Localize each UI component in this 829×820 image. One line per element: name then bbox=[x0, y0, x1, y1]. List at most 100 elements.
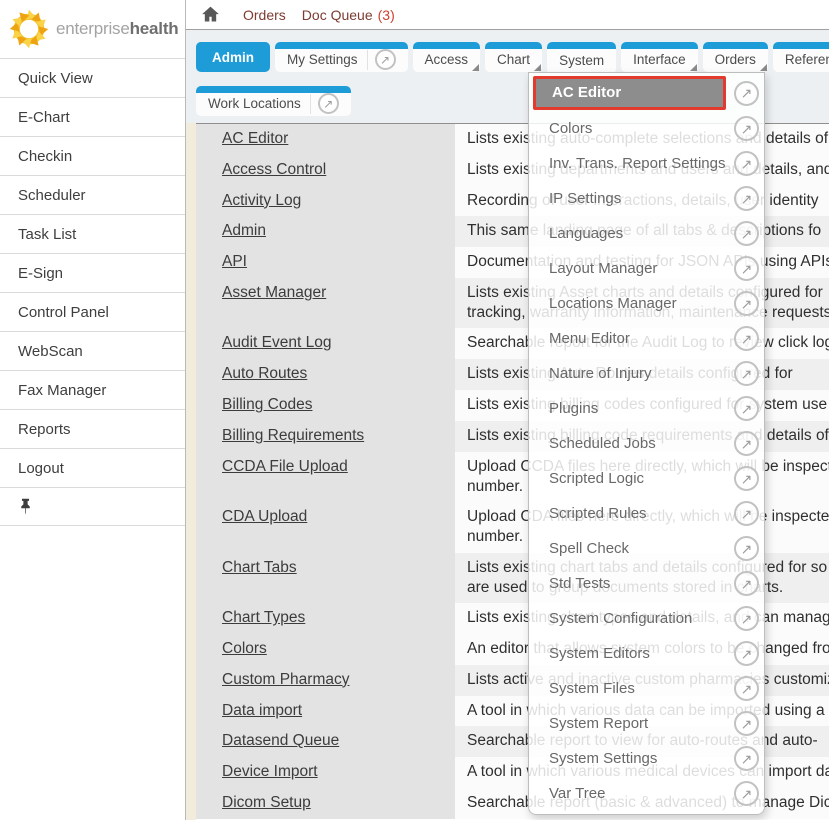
system-menu-item[interactable]: Scripted Rules ↗ bbox=[529, 496, 764, 531]
admin-link[interactable]: API bbox=[222, 253, 247, 270]
tab[interactable]: Reference ↗ bbox=[773, 42, 829, 72]
sidebar-item[interactable]: Task List bbox=[0, 214, 185, 253]
tab[interactable]: Work Locations ↗ bbox=[196, 86, 351, 116]
admin-link[interactable]: Asset Manager bbox=[222, 284, 326, 301]
external-link-icon[interactable]: ↗ bbox=[734, 396, 759, 421]
sidebar-item[interactable]: Control Panel bbox=[0, 292, 185, 331]
admin-link[interactable]: CCDA File Upload bbox=[222, 458, 348, 475]
external-link-icon[interactable]: ↗ bbox=[734, 571, 759, 596]
external-link-icon[interactable]: ↗ bbox=[734, 676, 759, 701]
external-link-icon[interactable]: ↗ bbox=[318, 93, 339, 114]
admin-link[interactable]: Access Control bbox=[222, 161, 326, 178]
tab[interactable]: Chart ↗ bbox=[485, 42, 542, 72]
system-menu-item-label: Menu Editor bbox=[549, 330, 734, 347]
system-menu-item[interactable]: IP Settings ↗ bbox=[529, 181, 764, 216]
system-menu-item[interactable]: Inv. Trans. Report Settings ↗ bbox=[529, 146, 764, 181]
external-link-icon[interactable]: ↗ bbox=[375, 49, 396, 70]
external-link-icon[interactable]: ↗ bbox=[734, 641, 759, 666]
external-link-icon[interactable]: ↗ bbox=[734, 501, 759, 526]
system-menu-item[interactable]: Scripted Logic ↗ bbox=[529, 461, 764, 496]
system-menu-item[interactable]: System Editors ↗ bbox=[529, 636, 764, 671]
sidebar-item[interactable]: E-Sign bbox=[0, 253, 185, 292]
admin-link[interactable]: Chart Types bbox=[222, 609, 305, 626]
admin-link[interactable]: CDA Upload bbox=[222, 508, 307, 525]
sidebar-item[interactable]: Fax Manager bbox=[0, 370, 185, 409]
breadcrumb-orders[interactable]: Orders bbox=[243, 7, 286, 23]
system-menu-item[interactable]: Std Tests ↗ bbox=[529, 566, 764, 601]
external-link-icon[interactable]: ↗ bbox=[734, 711, 759, 736]
content-gutter bbox=[186, 123, 196, 820]
sidebar-item[interactable]: Scheduler bbox=[0, 175, 185, 214]
system-menu-item[interactable]: Nature of Injury ↗ bbox=[529, 356, 764, 391]
system-menu-item[interactable]: Languages ↗ bbox=[529, 216, 764, 251]
sidebar-item[interactable]: Checkin bbox=[0, 136, 185, 175]
admin-link-cell: Asset Manager bbox=[196, 278, 455, 329]
system-menu-item[interactable]: Layout Manager ↗ bbox=[529, 251, 764, 286]
external-link-icon[interactable]: ↗ bbox=[734, 781, 759, 806]
tab[interactable]: System ↗ bbox=[547, 42, 616, 74]
system-menu-item[interactable]: System Configuration ↗ bbox=[529, 601, 764, 636]
tab[interactable]: Access ↗ bbox=[413, 42, 481, 72]
sidebar-pin-toggle[interactable] bbox=[0, 487, 185, 526]
system-menu-item[interactable]: Locations Manager ↗ bbox=[529, 286, 764, 321]
admin-link[interactable]: Custom Pharmacy bbox=[222, 671, 349, 688]
admin-link[interactable]: Activity Log bbox=[222, 192, 301, 209]
admin-link[interactable]: Billing Codes bbox=[222, 396, 312, 413]
external-link-icon[interactable]: ↗ bbox=[734, 431, 759, 456]
sidebar-item[interactable]: Quick View bbox=[0, 58, 185, 97]
admin-link[interactable]: Device Import bbox=[222, 763, 318, 780]
external-link-icon[interactable]: ↗ bbox=[734, 606, 759, 631]
admin-link[interactable]: Datasend Queue bbox=[222, 732, 339, 749]
system-menu-item[interactable]: Colors ↗ bbox=[529, 111, 764, 146]
external-link-icon[interactable]: ↗ bbox=[734, 746, 759, 771]
external-link-icon[interactable]: ↗ bbox=[734, 116, 759, 141]
external-link-icon[interactable]: ↗ bbox=[734, 326, 759, 351]
home-button[interactable] bbox=[200, 4, 221, 25]
sidebar-item[interactable]: WebScan bbox=[0, 331, 185, 370]
admin-link-cell: Chart Tabs bbox=[196, 553, 455, 604]
admin-link[interactable]: Data import bbox=[222, 702, 302, 719]
admin-link[interactable]: AC Editor bbox=[222, 130, 288, 147]
external-link-icon[interactable]: ↗ bbox=[734, 466, 759, 491]
tab[interactable]: Interface ↗ bbox=[621, 42, 698, 72]
tab[interactable]: My Settings ↗ bbox=[275, 42, 408, 72]
tab[interactable]: Admin ↗ bbox=[196, 42, 270, 72]
breadcrumb-doc-queue[interactable]: Doc Queue bbox=[302, 7, 373, 23]
external-link-icon[interactable]: ↗ bbox=[734, 256, 759, 281]
external-link-icon[interactable]: ↗ bbox=[734, 186, 759, 211]
system-menu-item-label: Layout Manager bbox=[549, 260, 734, 277]
doc-queue-count-badge: (3) bbox=[378, 7, 395, 23]
external-link-icon[interactable]: ↗ bbox=[734, 536, 759, 561]
system-menu-item[interactable]: System Settings ↗ bbox=[529, 741, 764, 776]
system-menu-item[interactable]: Spell Check ↗ bbox=[529, 531, 764, 566]
system-menu-item[interactable]: AC Editor ↗ bbox=[529, 73, 764, 111]
tab[interactable]: Orders ↗ bbox=[703, 42, 768, 72]
system-menu-item[interactable]: Plugins ↗ bbox=[529, 391, 764, 426]
admin-link[interactable]: Dicom Setup bbox=[222, 794, 311, 811]
admin-link-cell: API bbox=[196, 247, 455, 278]
admin-link[interactable]: Billing Requirements bbox=[222, 427, 364, 444]
admin-link-cell: Access Control bbox=[196, 155, 455, 186]
system-menu-item[interactable]: Scheduled Jobs ↗ bbox=[529, 426, 764, 461]
system-menu-item-label: Locations Manager bbox=[549, 295, 734, 312]
tab-label: Chart bbox=[497, 52, 530, 67]
admin-link[interactable]: Audit Event Log bbox=[222, 334, 331, 351]
admin-link[interactable]: Admin bbox=[222, 222, 266, 239]
sidebar-item[interactable]: Logout bbox=[0, 448, 185, 487]
admin-link[interactable]: Colors bbox=[222, 640, 267, 657]
system-menu-item[interactable]: Menu Editor ↗ bbox=[529, 321, 764, 356]
external-link-icon[interactable]: ↗ bbox=[734, 291, 759, 316]
admin-link[interactable]: Auto Routes bbox=[222, 365, 307, 382]
external-link-icon[interactable]: ↗ bbox=[734, 81, 759, 106]
brand-logo[interactable]: enterprisehealth bbox=[0, 0, 185, 58]
admin-link[interactable]: Chart Tabs bbox=[222, 559, 297, 576]
external-link-icon[interactable]: ↗ bbox=[734, 361, 759, 386]
system-menu-item[interactable]: Var Tree ↗ bbox=[529, 776, 764, 811]
external-link-icon[interactable]: ↗ bbox=[734, 151, 759, 176]
system-menu-item-label: Scripted Rules bbox=[549, 505, 734, 522]
system-menu-item[interactable]: System Report ↗ bbox=[529, 706, 764, 741]
sidebar-item[interactable]: E-Chart bbox=[0, 97, 185, 136]
system-menu-item[interactable]: System Files ↗ bbox=[529, 671, 764, 706]
sidebar-item[interactable]: Reports bbox=[0, 409, 185, 448]
external-link-icon[interactable]: ↗ bbox=[734, 221, 759, 246]
